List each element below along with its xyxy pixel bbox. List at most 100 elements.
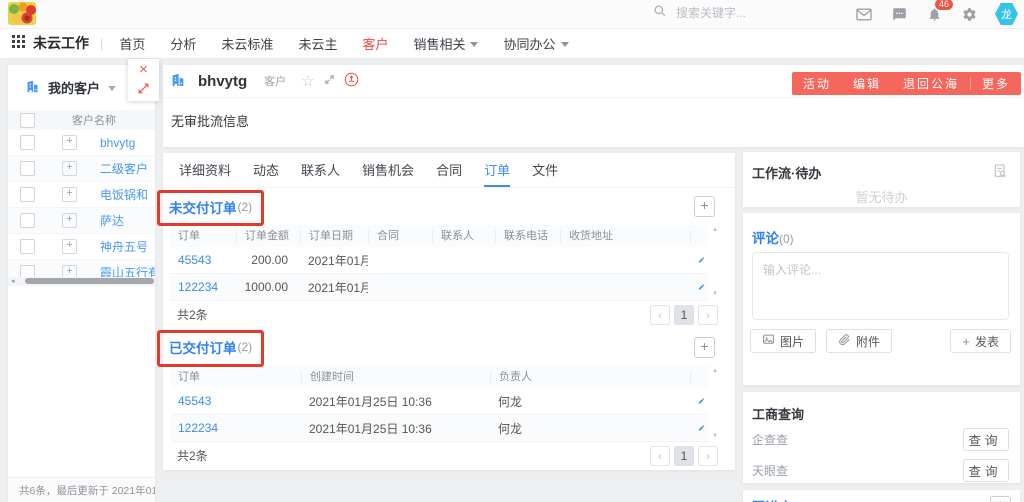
customer-row[interactable]: + 二级客户	[8, 156, 155, 182]
tab-6[interactable]: 订单	[484, 154, 510, 187]
scroll-up-icon[interactable]: ▲	[712, 368, 718, 375]
row-checkbox[interactable]	[20, 213, 35, 228]
table-row[interactable]: 45543200.002021年01月12日	[170, 247, 708, 274]
gear-icon[interactable]	[960, 5, 978, 23]
lookup-row-1: 企查查查询	[743, 425, 1020, 454]
record-type-label: 客户	[264, 73, 286, 89]
edit-icon[interactable]	[690, 254, 708, 266]
image-button[interactable]: 图片	[750, 329, 816, 353]
tab-5[interactable]: 合同	[436, 154, 462, 187]
customer-row[interactable]: + 电饭锅和	[8, 182, 155, 208]
tab-1[interactable]: 详细资料	[179, 154, 231, 187]
lookup-query-button[interactable]: 查询	[963, 459, 1009, 482]
search-input[interactable]	[674, 5, 788, 21]
scroll-down-icon[interactable]: ▼	[712, 291, 718, 298]
nav-item-2[interactable]: 分析	[170, 34, 196, 53]
global-search[interactable]	[653, 4, 788, 21]
expand-diagonal-icon[interactable]	[137, 82, 150, 98]
expand-row-icon[interactable]: +	[62, 135, 77, 150]
close-icon[interactable]: ×	[139, 62, 148, 77]
app-grid-icon[interactable]	[12, 35, 25, 51]
prev-page-icon[interactable]: ‹	[650, 446, 670, 466]
tab-4[interactable]: 销售机会	[362, 154, 414, 187]
add-delivered-order-button[interactable]: +	[694, 337, 715, 358]
app-logo[interactable]	[8, 2, 36, 25]
star-favorite-icon[interactable]: ☆	[301, 74, 314, 89]
nav-item-1[interactable]: 首页	[119, 34, 145, 53]
scrollbar-thumb[interactable]	[25, 278, 154, 284]
nav-item-3[interactable]: 未云标准	[221, 34, 273, 53]
action-button-3[interactable]: 退回公海	[892, 75, 970, 92]
next-page-icon[interactable]: ›	[698, 305, 718, 325]
edit-icon[interactable]	[690, 395, 708, 407]
order-number-link[interactable]: 122234	[178, 280, 218, 294]
order-number-link[interactable]: 45543	[178, 253, 211, 267]
sidebar-title[interactable]: 我的客户	[48, 78, 100, 97]
next-page-icon[interactable]: ›	[698, 446, 718, 466]
tab-3[interactable]: 联系人	[301, 154, 340, 187]
attachment-button[interactable]: 附件	[826, 329, 892, 353]
nav-item-4[interactable]: 未云主	[298, 34, 337, 53]
customer-name-link[interactable]: 萨达	[100, 212, 124, 229]
user-avatar[interactable]: 龙	[995, 2, 1018, 26]
scroll-up-icon[interactable]: ▲	[712, 227, 718, 234]
customer-name-title: bhvytg	[198, 73, 247, 90]
notification-bell-icon[interactable]: 46	[925, 5, 943, 23]
scroll-left-icon[interactable]: ◂	[11, 277, 15, 286]
order-link-cell: 45543	[170, 394, 301, 408]
expand-icon[interactable]	[324, 74, 335, 88]
horizontal-scrollbar[interactable]: ◂	[8, 277, 155, 286]
prev-page-icon[interactable]: ‹	[650, 305, 670, 325]
tab-2[interactable]: 动态	[253, 154, 279, 187]
table-row[interactable]: 1222342021年01月25日 10:36何龙	[170, 415, 708, 442]
top-bar: 46 龙	[0, 0, 1024, 29]
scroll-down-icon[interactable]: ▼	[712, 433, 718, 440]
workflow-audit-icon[interactable]	[992, 163, 1008, 182]
customer-name-link[interactable]: 二级客户	[100, 160, 148, 177]
delivered-pager: ‹ 1 ›	[650, 446, 718, 466]
add-follower-button[interactable]: +	[990, 496, 1011, 502]
customer-name-link[interactable]: 电饭锅和	[100, 186, 148, 203]
nav-item-5[interactable]: 客户	[362, 34, 388, 53]
nav-item-label: 首页	[119, 34, 145, 53]
customer-row[interactable]: + 神舟五号	[8, 234, 155, 260]
action-button-4[interactable]: 更多	[971, 75, 1021, 92]
add-order-button[interactable]: +	[694, 196, 715, 217]
table-row[interactable]: 1222341000.002021年01月25日	[170, 274, 708, 301]
expand-row-icon[interactable]: +	[62, 187, 77, 202]
order-number-link[interactable]: 45543	[178, 394, 211, 408]
customer-row[interactable]: + 萨达	[8, 208, 155, 234]
select-all-checkbox[interactable]	[20, 113, 35, 128]
comment-input[interactable]	[752, 252, 1009, 320]
chevron-down-icon[interactable]	[108, 86, 116, 91]
image-icon	[762, 333, 775, 349]
expand-row-icon[interactable]: +	[62, 213, 77, 228]
row-checkbox[interactable]	[20, 135, 35, 150]
lookup-query-button[interactable]: 查询	[963, 428, 1009, 451]
publish-button[interactable]: + 发表	[950, 329, 1011, 353]
mail-icon[interactable]	[855, 5, 873, 23]
tab-7[interactable]: 文件	[532, 154, 558, 187]
chat-icon[interactable]	[890, 5, 908, 23]
row-checkbox[interactable]	[20, 187, 35, 202]
order-number-link[interactable]: 122234	[178, 421, 218, 435]
customer-row[interactable]: + bhvytg	[8, 130, 155, 156]
edit-icon[interactable]	[690, 281, 708, 293]
nav-item-7[interactable]: 协同办公	[503, 34, 568, 53]
current-page[interactable]: 1	[674, 446, 694, 466]
row-checkbox[interactable]	[20, 161, 35, 176]
table-row[interactable]: 455432021年01月25日 10:36何龙	[170, 388, 708, 415]
brand-name[interactable]: 未云工作	[33, 33, 89, 53]
customer-name-link[interactable]: bhvytg	[100, 136, 135, 150]
workflow-empty-text: 暂无待办	[743, 187, 1020, 206]
nav-item-6[interactable]: 销售相关	[413, 34, 478, 53]
action-button-2[interactable]: 编辑	[842, 75, 892, 92]
expand-row-icon[interactable]: +	[62, 161, 77, 176]
action-button-1[interactable]: 活动	[792, 75, 842, 92]
current-page[interactable]: 1	[674, 305, 694, 325]
row-checkbox[interactable]	[20, 239, 35, 254]
customer-name-link[interactable]: 神舟五号	[100, 238, 148, 255]
notification-badge: 46	[935, 0, 953, 10]
edit-icon[interactable]	[690, 422, 708, 434]
expand-row-icon[interactable]: +	[62, 239, 77, 254]
